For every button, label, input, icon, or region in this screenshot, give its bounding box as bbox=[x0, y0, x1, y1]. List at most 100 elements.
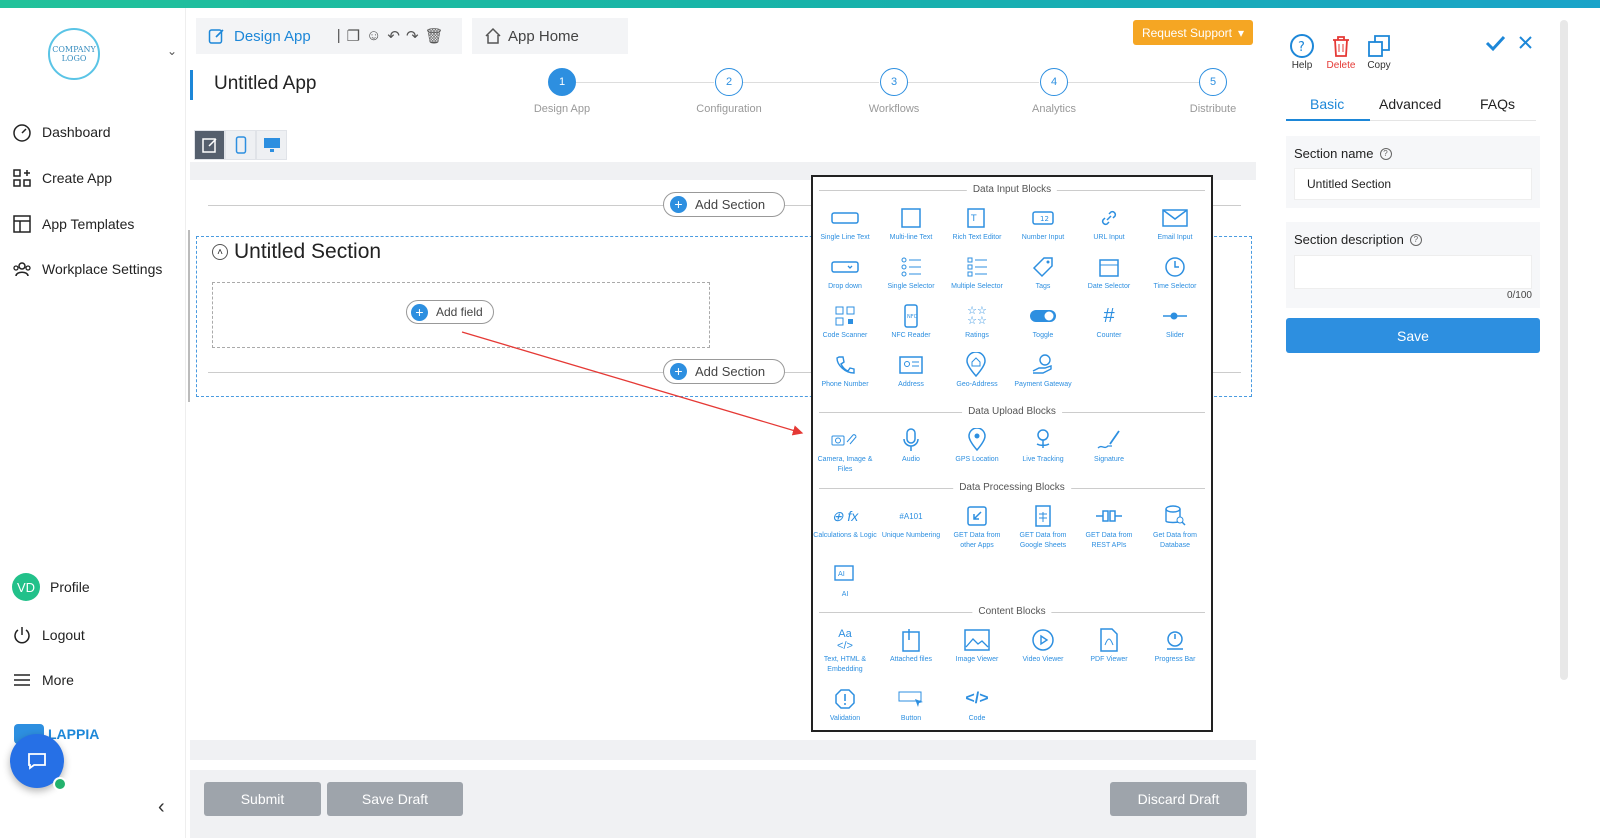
block-ai[interactable]: AI AI bbox=[813, 562, 877, 600]
toggle-icon bbox=[1030, 310, 1056, 322]
gps-pin-icon bbox=[968, 428, 986, 452]
block-label: URL Input bbox=[1093, 234, 1125, 241]
group-title: Data Processing Blocks bbox=[953, 482, 1071, 493]
block-code[interactable]: </> Code bbox=[945, 686, 1009, 724]
block-video-viewer[interactable]: Video Viewer bbox=[1011, 627, 1075, 665]
tab-advanced[interactable]: Advanced bbox=[1379, 96, 1441, 112]
block-label: Unique Numbering bbox=[881, 532, 941, 539]
group-header: Data Processing Blocks bbox=[819, 482, 1205, 494]
block-multiple-selector[interactable]: Multiple Selector bbox=[945, 254, 1009, 292]
gauge-icon bbox=[1167, 631, 1183, 650]
payment-hand-icon bbox=[1032, 354, 1052, 374]
section-name-card: Section name? Untitled Section bbox=[1286, 136, 1540, 208]
block-phone-number[interactable]: Phone Number bbox=[813, 352, 877, 390]
close-icon[interactable] bbox=[1518, 35, 1533, 55]
block-get-data-other-apps[interactable]: GET Data from other Apps bbox=[945, 503, 1009, 551]
field-label: Section name? bbox=[1294, 146, 1392, 161]
block-unique-numbering[interactable]: #A101 Unique Numbering bbox=[879, 503, 943, 541]
block-number-input[interactable]: 12 Number Input bbox=[1011, 205, 1075, 243]
block-address[interactable]: Address bbox=[879, 352, 943, 390]
block-label: Ratings bbox=[965, 332, 989, 339]
block-text-html-embedding[interactable]: Aa </> Text, HTML & Embedding bbox=[813, 627, 877, 675]
block-label: GPS Location bbox=[955, 456, 999, 463]
section-name-input[interactable]: Untitled Section bbox=[1294, 168, 1532, 200]
section-description-input[interactable] bbox=[1294, 255, 1532, 289]
svg-text:12: 12 bbox=[1040, 215, 1049, 223]
help-icon: ? bbox=[1290, 34, 1314, 58]
submit-button[interactable]: Submit bbox=[204, 782, 321, 816]
confirm-check-icon[interactable] bbox=[1484, 32, 1506, 59]
warning-octagon-icon bbox=[835, 689, 855, 709]
save-draft-button[interactable]: Save Draft bbox=[327, 782, 463, 816]
scrollbar[interactable] bbox=[1560, 20, 1568, 680]
block-toggle[interactable]: Toggle bbox=[1011, 303, 1075, 341]
block-validation[interactable]: Validation bbox=[813, 686, 877, 724]
block-drop-down[interactable]: Drop down bbox=[813, 254, 877, 292]
save-button[interactable]: Save bbox=[1286, 318, 1540, 353]
group-title: Content Blocks bbox=[972, 606, 1052, 617]
block-single-selector[interactable]: Single Selector bbox=[879, 254, 943, 292]
block-pdf-viewer[interactable]: PDF Viewer bbox=[1077, 627, 1141, 665]
stars-icon: ☆☆ ☆☆ bbox=[967, 305, 987, 327]
tab-faqs[interactable]: FAQs bbox=[1480, 96, 1515, 112]
help-button[interactable]: ? Help bbox=[1280, 32, 1324, 71]
active-tab-indicator bbox=[1286, 119, 1370, 121]
block-progress-bar[interactable]: Progress Bar bbox=[1143, 627, 1207, 665]
tool-label: Copy bbox=[1367, 60, 1391, 71]
block-label: GET Data from Google Sheets bbox=[1019, 532, 1067, 549]
id-card-icon bbox=[899, 356, 923, 374]
block-get-data-rest-apis[interactable]: GET Data from REST APIs bbox=[1077, 503, 1141, 551]
nfc-icon: NFC bbox=[904, 304, 918, 328]
block-image-viewer[interactable]: Image Viewer bbox=[945, 627, 1009, 665]
discard-draft-button[interactable]: Discard Draft bbox=[1110, 782, 1247, 816]
field-label: Section description? bbox=[1294, 232, 1422, 247]
block-button[interactable]: Button bbox=[879, 686, 943, 724]
block-get-data-database[interactable]: Get Data from Database bbox=[1143, 503, 1207, 551]
block-label: Code Scanner bbox=[822, 332, 868, 339]
block-label: AI bbox=[841, 591, 849, 598]
block-time-selector[interactable]: Time Selector bbox=[1143, 254, 1207, 292]
block-live-tracking[interactable]: Live Tracking bbox=[1011, 427, 1075, 465]
block-single-line-text[interactable]: Single Line Text bbox=[813, 205, 877, 243]
block-signature[interactable]: Signature bbox=[1077, 427, 1141, 465]
block-label: Drop down bbox=[828, 283, 862, 290]
block-nfc-reader[interactable]: NFC NFC Reader bbox=[879, 303, 943, 341]
block-ratings[interactable]: ☆☆ ☆☆ Ratings bbox=[945, 303, 1009, 341]
code-brackets-icon: </> bbox=[965, 690, 989, 707]
block-label: Camera, Image & Files bbox=[817, 456, 873, 473]
block-payment-gateway[interactable]: Payment Gateway bbox=[1011, 352, 1075, 390]
block-label: GET Data from other Apps bbox=[953, 532, 1001, 549]
block-camera-image-files[interactable]: Camera, Image & Files bbox=[813, 427, 877, 475]
block-counter[interactable]: # Counter bbox=[1077, 303, 1141, 341]
block-slider[interactable]: Slider bbox=[1143, 303, 1207, 341]
play-circle-icon bbox=[1032, 629, 1054, 651]
block-audio[interactable]: Audio bbox=[879, 427, 943, 465]
tab-basic[interactable]: Basic bbox=[1310, 96, 1344, 112]
info-icon[interactable]: ? bbox=[1379, 147, 1392, 160]
block-multi-line-text[interactable]: Multi-line Text bbox=[879, 205, 943, 243]
block-gps-location[interactable]: GPS Location bbox=[945, 427, 1009, 465]
spreadsheet-icon bbox=[1035, 505, 1051, 527]
block-calculations-logic[interactable]: ⊕ fx Calculations & Logic bbox=[813, 503, 877, 541]
block-url-input[interactable]: URL Input bbox=[1077, 205, 1141, 243]
api-plug-icon bbox=[1096, 510, 1122, 522]
block-email-input[interactable]: Email Input bbox=[1143, 205, 1207, 243]
copy-button[interactable]: Copy bbox=[1357, 32, 1401, 71]
block-attached-files[interactable]: Attached files bbox=[879, 627, 943, 665]
block-code-scanner[interactable]: Code Scanner bbox=[813, 303, 877, 341]
block-label: Phone Number bbox=[821, 381, 869, 388]
info-icon[interactable]: ? bbox=[1409, 233, 1422, 246]
trash-icon bbox=[1333, 36, 1349, 57]
block-geo-address[interactable]: Geo-Address bbox=[945, 352, 1009, 390]
group-title: Data Input Blocks bbox=[966, 184, 1058, 195]
block-rich-text-editor[interactable]: T Rich Text Editor bbox=[945, 205, 1009, 243]
block-label: Multi-line Text bbox=[889, 234, 933, 241]
hash-icon: # bbox=[1103, 304, 1115, 327]
radio-list-icon bbox=[901, 257, 921, 277]
block-get-data-google-sheets[interactable]: GET Data from Google Sheets bbox=[1011, 503, 1075, 551]
block-label: PDF Viewer bbox=[1090, 656, 1128, 663]
block-label: GET Data from REST APIs bbox=[1085, 532, 1133, 549]
block-tags[interactable]: Tags bbox=[1011, 254, 1075, 292]
block-date-selector[interactable]: Date Selector bbox=[1077, 254, 1141, 292]
block-label: Validation bbox=[829, 715, 861, 722]
